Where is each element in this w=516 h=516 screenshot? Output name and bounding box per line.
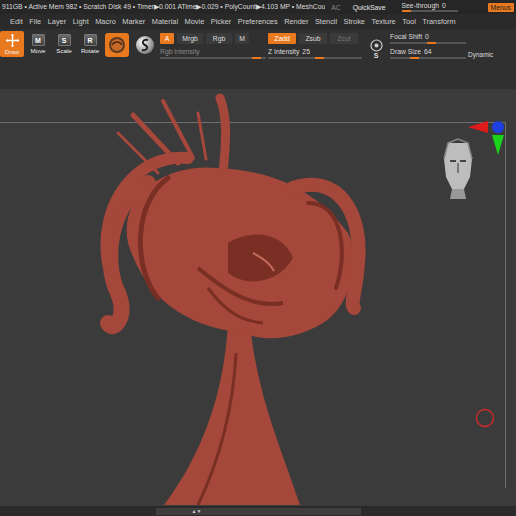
- slider-track: [390, 57, 466, 59]
- tool-button[interactable]: Draw: [0, 31, 24, 57]
- canvas[interactable]: [0, 89, 516, 506]
- ac-label[interactable]: AC: [331, 4, 340, 11]
- tool-button[interactable]: SScale: [52, 31, 76, 57]
- menu-item[interactable]: File: [29, 17, 41, 26]
- draw-size-slider[interactable]: Draw Size64: [390, 48, 466, 59]
- draw-size-toggle[interactable]: S: [364, 31, 388, 59]
- menu-item[interactable]: Movie: [185, 17, 205, 26]
- color-mode-button[interactable]: Mrgb: [177, 33, 203, 44]
- crosshair-icon: [6, 34, 19, 47]
- z-mode-button: Zcut: [330, 33, 358, 44]
- see-through-label: See-through0: [402, 2, 458, 9]
- slider-label: Z Intensity25: [268, 48, 362, 55]
- material-button[interactable]: [132, 31, 158, 59]
- brush-size-icon: [370, 39, 383, 52]
- rgb-intensity-slider: Rgb Intensity: [160, 48, 266, 59]
- slider-label: Draw Size64: [390, 48, 466, 55]
- menu-item[interactable]: Macro: [95, 17, 116, 26]
- tool-label: Move: [30, 47, 45, 54]
- size-key-label: S: [374, 52, 379, 59]
- axis-gizmo-icon[interactable]: [466, 119, 508, 159]
- menus-button[interactable]: Menus: [488, 3, 514, 12]
- key-icon: S: [58, 34, 71, 46]
- slider-knob: [252, 57, 261, 59]
- z-mode-row: ZaddZsubZcut: [268, 33, 362, 44]
- toolbar: DrawMMoveSScaleRRotateAMrgbRgbMRgb Inten…: [0, 29, 516, 89]
- slider-track: [160, 57, 266, 59]
- status-info: 911GB • Active Mem 982 • Scratch Disk 49…: [2, 3, 325, 11]
- zbrush-window: 911GB • Active Mem 982 • Scratch Disk 49…: [0, 0, 516, 516]
- menu-item[interactable]: Picker: [211, 17, 232, 26]
- tray-handle[interactable]: ▲▼: [156, 508, 361, 515]
- orientation-head-icon[interactable]: [438, 137, 478, 201]
- dynamic-toggle[interactable]: Dynamic: [468, 31, 493, 58]
- color-mode-row: AMrgbRgbM: [160, 33, 266, 44]
- menu-item[interactable]: Stroke: [344, 17, 365, 26]
- menu-item[interactable]: Material: [152, 17, 178, 26]
- slider-knob: [410, 57, 419, 59]
- key-icon: R: [84, 34, 97, 46]
- menu-bar: Edit File Layer Light Macro Marker Material Mov…: [0, 14, 516, 29]
- color-mode-button[interactable]: A: [160, 33, 174, 44]
- menu-item[interactable]: Tool: [402, 17, 416, 26]
- tool-button[interactable]: MMove: [26, 31, 50, 57]
- focal-shift-slider[interactable]: Focal Shift0: [390, 33, 466, 44]
- menu-item[interactable]: Texture: [371, 17, 395, 26]
- material-sphere-icon: [135, 35, 155, 55]
- menu-item[interactable]: Preferences: [238, 17, 278, 26]
- slider-knob: [315, 57, 324, 59]
- menu-item[interactable]: Layer: [48, 17, 67, 26]
- slider-track: [402, 10, 458, 12]
- menu-item[interactable]: Light: [73, 17, 89, 26]
- see-through-slider[interactable]: See-through0: [402, 2, 458, 12]
- slider-knob: [427, 42, 436, 44]
- quicksave-button[interactable]: QuickSave: [353, 4, 386, 11]
- tool-label: Draw: [5, 48, 19, 55]
- key-icon: M: [32, 34, 45, 46]
- sculpt-model[interactable]: [78, 93, 368, 505]
- bottom-bar: ▲▼: [0, 506, 516, 516]
- color-group: AMrgbRgbM Rgb Intensity: [160, 31, 266, 59]
- slider-label: Focal Shift0: [390, 33, 466, 40]
- status-bar: 911GB • Active Mem 982 • Scratch Disk 49…: [0, 0, 516, 14]
- z-mode-button[interactable]: Zadd: [268, 33, 296, 44]
- brush-button[interactable]: [104, 31, 130, 59]
- stroke-group: Focal Shift0 Draw Size64: [390, 31, 466, 59]
- color-mode-button[interactable]: M: [235, 33, 249, 44]
- z-mode-button[interactable]: Zsub: [299, 33, 327, 44]
- slider-track: [390, 42, 466, 44]
- slider-knob: [402, 10, 411, 12]
- tool-label: Rotate: [81, 47, 99, 54]
- z-intensity-slider[interactable]: Z Intensity25: [268, 48, 362, 59]
- tool-button[interactable]: RRotate: [78, 31, 102, 57]
- menu-item[interactable]: Stencil: [315, 17, 337, 26]
- menu-item[interactable]: Edit: [10, 17, 23, 26]
- brush-cursor-icon: [475, 408, 495, 428]
- menu-item[interactable]: Transform: [422, 17, 455, 26]
- color-mode-button[interactable]: Rgb: [206, 33, 232, 44]
- slider-label: Rgb Intensity: [160, 48, 266, 55]
- menu-item[interactable]: Render: [284, 17, 308, 26]
- slider-track: [268, 57, 362, 59]
- brush-icon: [105, 33, 129, 57]
- z-group: ZaddZsubZcut Z Intensity25: [268, 31, 362, 59]
- menu-item[interactable]: Marker: [122, 17, 145, 26]
- tool-label: Scale: [56, 47, 71, 54]
